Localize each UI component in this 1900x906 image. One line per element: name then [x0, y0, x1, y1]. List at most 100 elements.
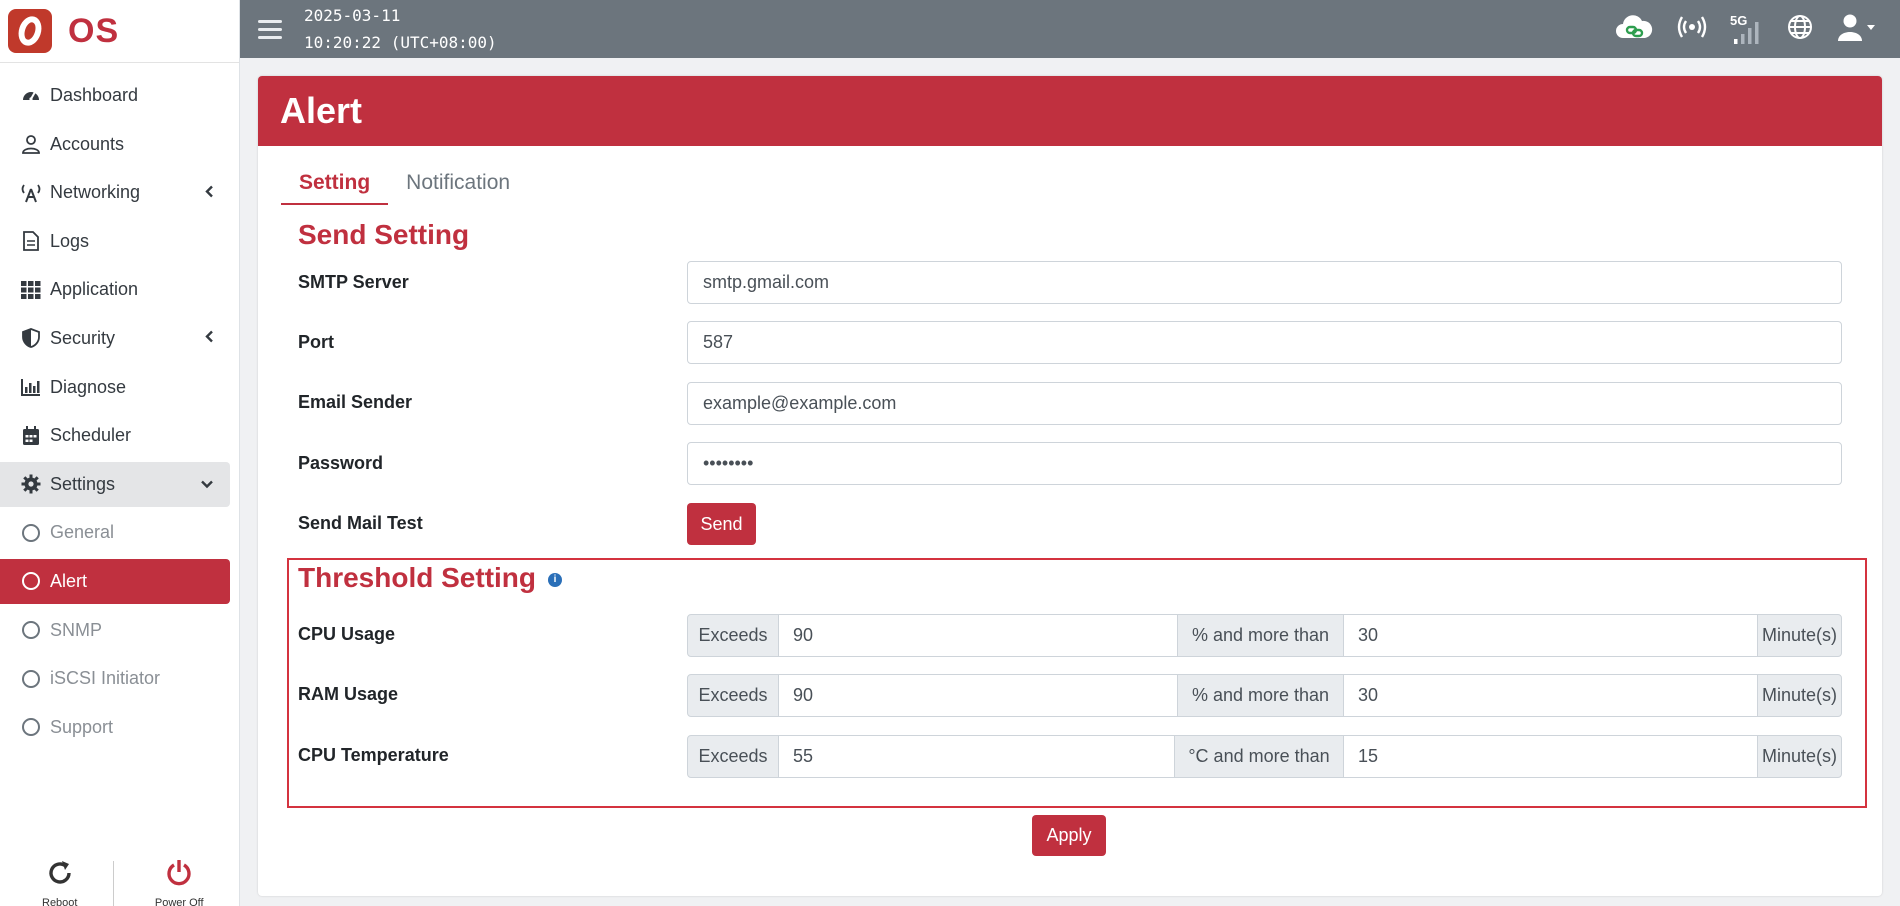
cpu-usage-threshold-input[interactable]: 90 [779, 614, 1177, 657]
sidebar-subitem-snmp[interactable]: SNMP [0, 608, 230, 653]
cpu-temperature-threshold-input[interactable]: 55 [779, 735, 1174, 778]
sidebar-item-networking[interactable]: Networking [0, 170, 230, 215]
sidebar: OS Dashboard Accounts Networking Logs Ap… [0, 0, 240, 906]
sidebar-subitem-support[interactable]: Support [0, 705, 230, 750]
globe-icon[interactable] [1786, 13, 1814, 46]
ram-usage-label: RAM Usage [298, 684, 399, 704]
circle-icon [20, 570, 42, 592]
port-label: Port [298, 332, 334, 352]
circle-icon [20, 619, 42, 641]
more-than-addon: °C and more than [1174, 735, 1344, 778]
apply-button[interactable]: Apply [1032, 815, 1106, 856]
reboot-label: Reboot [42, 897, 78, 906]
sidebar-item-label: Diagnose [50, 376, 127, 397]
cpu-temperature-label: CPU Temperature [298, 745, 449, 765]
power-off-button[interactable]: Power Off [120, 846, 240, 906]
tab-notification[interactable]: Notification [388, 171, 528, 205]
file-icon [20, 230, 42, 252]
sidebar-item-logs[interactable]: Logs [0, 219, 230, 264]
power-icon [164, 858, 194, 891]
user-icon [20, 133, 42, 155]
threshold-setting-title: Threshold Setting i [298, 562, 562, 594]
gear-icon [20, 473, 42, 495]
sidebar-item-label: Scheduler [50, 425, 132, 446]
brand[interactable]: OS [0, 0, 239, 63]
cpu-usage-label: CPU Usage [298, 624, 396, 644]
sidebar-item-label: Accounts [50, 133, 125, 154]
ram-usage-group: Exceeds 90 % and more than 30 Minute(s) [687, 674, 1842, 717]
sidebar-item-security[interactable]: Security [0, 316, 230, 361]
circle-icon [20, 716, 42, 738]
email-sender-input[interactable]: example@example.com [687, 382, 1842, 425]
tachometer-icon [20, 85, 42, 107]
sidebar-item-dashboard[interactable]: Dashboard [0, 73, 230, 118]
topbar: 2025-03-11 10:20:22 (UTC+08:00) 5G [240, 0, 1900, 58]
sidebar-item-label: Alert [50, 570, 88, 591]
password-input[interactable]: •••••••• [687, 442, 1842, 485]
minutes-addon: Minute(s) [1757, 674, 1842, 717]
exceeds-addon: Exceeds [687, 614, 779, 657]
alert-card: Alert Setting Notification Send Setting … [258, 76, 1882, 896]
send-setting-title: Send Setting [298, 219, 470, 250]
topbar-status-icons: 5G [1614, 0, 1876, 58]
sidebar-subitem-iscsi-initiator[interactable]: iSCSI Initiator [0, 656, 230, 701]
cloud-link-icon[interactable] [1614, 12, 1654, 47]
sidebar-item-settings[interactable]: Settings [0, 461, 230, 507]
sidebar-subitem-general[interactable]: General [0, 510, 230, 555]
hamburger-menu-icon[interactable] [258, 19, 282, 39]
chart-icon [20, 376, 42, 398]
sidebar-item-label: Application [50, 279, 139, 300]
footer-divider [113, 861, 114, 906]
circle-icon [20, 522, 42, 544]
sidebar-nav: Dashboard Accounts Networking Logs Appli… [0, 63, 239, 750]
send-button[interactable]: Send [687, 503, 756, 545]
minutes-addon: Minute(s) [1757, 614, 1842, 657]
more-than-addon: % and more than [1177, 674, 1344, 717]
cpu-temperature-duration-input[interactable]: 15 [1344, 735, 1757, 778]
tab-setting[interactable]: Setting [281, 171, 389, 205]
cpu-temperature-group: Exceeds 55 °C and more than 15 Minute(s) [687, 735, 1842, 778]
chevron-left-icon [204, 182, 214, 203]
info-icon[interactable]: i [548, 572, 562, 587]
tab-bar: Setting Notification [281, 171, 528, 205]
send-mail-test-label: Send Mail Test [298, 513, 423, 533]
sidebar-item-scheduler[interactable]: Scheduler [0, 413, 230, 458]
reboot-button[interactable]: Reboot [0, 846, 120, 906]
grid-icon [20, 279, 42, 301]
ram-usage-duration-input[interactable]: 30 [1344, 674, 1757, 717]
brand-logo-icon [8, 9, 52, 53]
reboot-icon [45, 858, 75, 891]
port-input[interactable]: 587 [687, 321, 1842, 364]
calendar-icon [20, 425, 42, 447]
cpu-usage-duration-input[interactable]: 30 [1344, 614, 1757, 657]
exceeds-addon: Exceeds [687, 735, 779, 778]
power-off-label: Power Off [154, 897, 204, 906]
system-clock: 2025-03-11 10:20:22 (UTC+08:00) [304, 2, 497, 56]
sidebar-item-label: Networking [50, 182, 141, 203]
email-sender-label: Email Sender [298, 392, 413, 412]
sidebar-item-label: Support [50, 716, 114, 737]
ram-usage-threshold-input[interactable]: 90 [779, 674, 1177, 717]
cellular-5g-icon[interactable]: 5G [1730, 13, 1764, 45]
smtp-server-input[interactable]: smtp.gmail.com [687, 261, 1842, 304]
card-header: Alert [258, 76, 1882, 146]
smtp-server-label: SMTP Server [298, 272, 409, 292]
more-than-addon: % and more than [1177, 614, 1344, 657]
clock-date: 2025-03-11 [304, 6, 401, 25]
threshold-title-text: Threshold Setting [298, 562, 536, 593]
clock-time: 10:20:22 (UTC+08:00) [304, 33, 497, 52]
user-menu-icon[interactable] [1836, 12, 1876, 47]
sidebar-item-application[interactable]: Application [0, 267, 230, 312]
cpu-usage-group: Exceeds 90 % and more than 30 Minute(s) [687, 614, 1842, 657]
sidebar-item-diagnose[interactable]: Diagnose [0, 365, 230, 410]
sidebar-subitem-alert[interactable]: Alert [0, 558, 230, 604]
sidebar-item-accounts[interactable]: Accounts [0, 122, 230, 167]
password-label: Password [298, 453, 384, 473]
shield-icon [20, 327, 42, 349]
sidebar-footer: Reboot Power Off [0, 846, 239, 906]
wireless-signal-icon[interactable] [1676, 12, 1708, 47]
minutes-addon: Minute(s) [1757, 735, 1842, 778]
sidebar-item-label: iSCSI Initiator [50, 668, 161, 689]
chevron-down-icon [200, 474, 214, 495]
sidebar-item-label: Dashboard [50, 85, 139, 105]
